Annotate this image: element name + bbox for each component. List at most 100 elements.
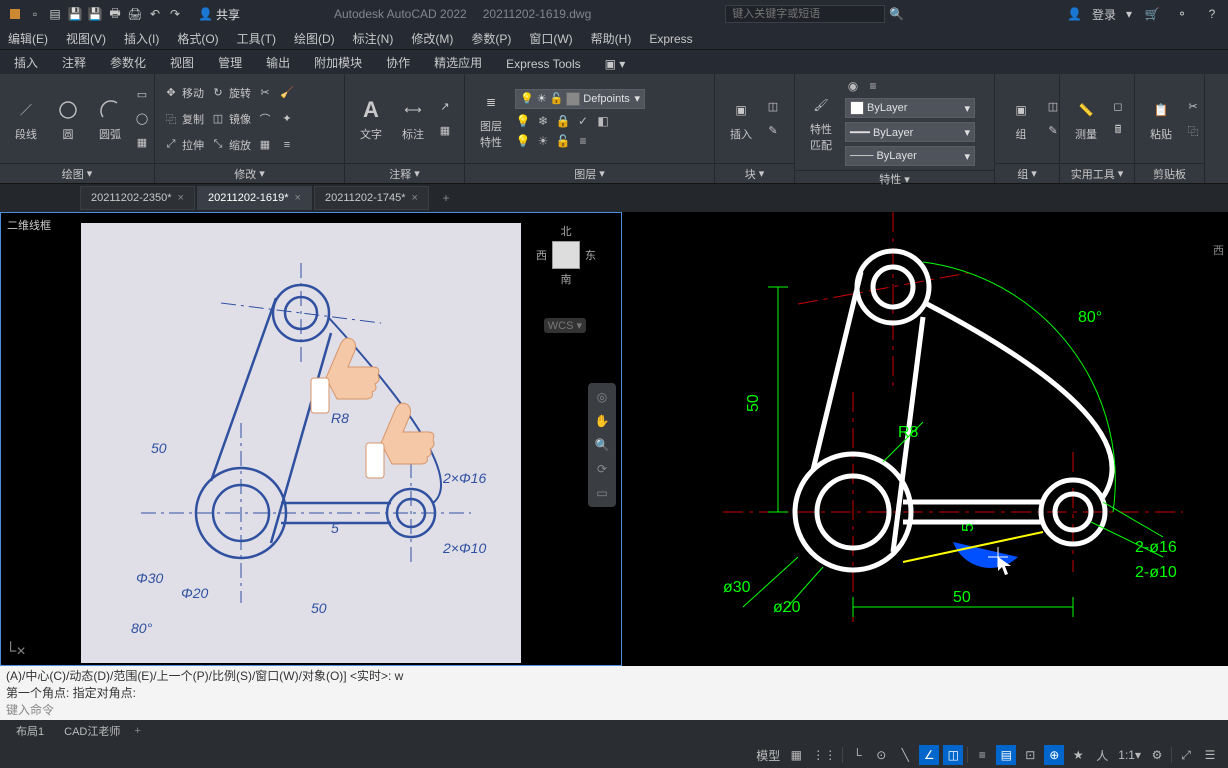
layer-lock-icon[interactable]: 🔒 — [555, 113, 571, 129]
close-view-icon[interactable]: └× — [5, 643, 26, 661]
orbit-icon[interactable]: ⟳ — [592, 459, 612, 479]
customize-icon[interactable]: ☰ — [1200, 745, 1220, 765]
layout-tab-1[interactable]: 布局1 — [6, 721, 54, 741]
maximize-icon[interactable]: ⤢ — [1176, 745, 1196, 765]
scale-button[interactable]: ⤡缩放 — [210, 135, 251, 155]
dim-button[interactable]: ⟷标注 — [395, 96, 431, 142]
menu-tools[interactable]: 工具(T) — [237, 30, 276, 47]
ribtab-annotate[interactable]: 注释 — [50, 51, 98, 74]
plot-icon[interactable]: 🖶 — [106, 5, 124, 23]
quick-prop-icon[interactable]: ★ — [1068, 745, 1088, 765]
network-icon[interactable]: ⚬ — [1172, 4, 1192, 24]
table-button[interactable]: ▦ — [437, 121, 453, 141]
menu-window[interactable]: 窗口(W) — [529, 30, 572, 47]
menu-help[interactable]: 帮助(H) — [591, 30, 632, 47]
move-button[interactable]: ✥移动 — [163, 83, 204, 103]
erase-button[interactable]: 🧹 — [279, 83, 295, 103]
doctab-3[interactable]: 20211202-1745*× — [314, 186, 429, 210]
menu-modify[interactable]: 修改(M) — [411, 30, 453, 47]
ribtab-more[interactable]: ▣ ▾ — [593, 54, 638, 74]
layer-freeze-icon[interactable]: ❄ — [535, 113, 551, 129]
layout-tab-2[interactable]: CAD江老师 — [54, 721, 130, 741]
dynamic-input-icon[interactable]: ⊕ — [1044, 745, 1064, 765]
polar-icon[interactable]: ⊙ — [871, 745, 891, 765]
redo-icon[interactable]: ↷ — [166, 5, 184, 23]
command-line[interactable]: (A)/中心(C)/动态(D)/范围(E)/上一个(P)/比例(S)/窗口(W)… — [0, 666, 1228, 720]
layer-unlock-icon[interactable]: 🔓 — [555, 133, 571, 149]
insert-block-button[interactable]: ▣插入 — [723, 96, 759, 142]
group-edit-button[interactable]: ✎ — [1045, 121, 1061, 141]
wcs-indicator[interactable]: WCS ▾ — [544, 318, 586, 333]
print-icon[interactable]: 🖨 — [126, 5, 144, 23]
text-button[interactable]: A文字 — [353, 96, 389, 142]
zoom-icon[interactable]: 🔍 — [592, 435, 612, 455]
app-menu-icon[interactable] — [6, 5, 24, 23]
layer-iso-icon[interactable]: ◧ — [595, 113, 611, 129]
hatch-button[interactable]: ▦ — [134, 133, 150, 153]
layer-props-button[interactable]: ≣图层 特性 — [473, 88, 509, 150]
rotate-button[interactable]: ↻旋转 — [210, 83, 251, 103]
view-cube[interactable]: 北 西东 南 — [536, 223, 596, 287]
layer-state-icon[interactable]: ≡ — [575, 133, 591, 149]
layer-on-icon[interactable]: 💡 — [515, 133, 531, 149]
cart-icon[interactable]: 🛒 — [1142, 4, 1162, 24]
calc-button[interactable]: 🖩 — [1110, 121, 1126, 141]
linetype-dropdown[interactable]: ─── ByLayer▾ — [845, 146, 975, 166]
line-button[interactable]: ／段线 — [8, 96, 44, 142]
help-icon[interactable]: ? — [1202, 4, 1222, 24]
menu-insert[interactable]: 插入(I) — [124, 30, 159, 47]
ortho-icon[interactable]: └ — [847, 745, 867, 765]
copy-clip-button[interactable]: ⿻ — [1185, 121, 1201, 141]
annoscale-button[interactable]: 1:1 ▾ — [1116, 745, 1143, 765]
trim-button[interactable]: ✂ — [257, 83, 273, 103]
select-button[interactable]: ◻ — [1110, 97, 1126, 117]
grid-icon[interactable]: ▦ — [786, 745, 806, 765]
layer-thaw-icon[interactable]: ☀ — [535, 133, 551, 149]
user-icon[interactable]: 👤 — [1067, 7, 1082, 21]
cut-button[interactable]: ✂ — [1185, 97, 1201, 117]
cycling-icon[interactable]: ⊡ — [1020, 745, 1040, 765]
layer-match-icon[interactable]: ✓ — [575, 113, 591, 129]
share-button[interactable]: 👤 共享 — [198, 6, 240, 23]
new-icon[interactable]: ▫ — [26, 5, 44, 23]
mirror-button[interactable]: ◫镜像 — [210, 109, 251, 129]
search-box[interactable]: 🔍 — [725, 5, 904, 23]
ribtab-param[interactable]: 参数化 — [98, 51, 158, 74]
menu-view[interactable]: 视图(V) — [66, 30, 106, 47]
color-dropdown[interactable]: ByLayer▾ — [845, 98, 975, 118]
menu-param[interactable]: 参数(P) — [471, 30, 511, 47]
lineweight-dropdown[interactable]: ━━━ ByLayer▾ — [845, 122, 975, 142]
login-button[interactable]: 登录 — [1092, 6, 1116, 23]
close-icon[interactable]: × — [412, 192, 418, 204]
search-icon[interactable]: 🔍 — [889, 7, 904, 21]
measure-button[interactable]: 📏测量 — [1068, 96, 1104, 142]
lineweight-icon[interactable]: ≡ — [972, 745, 992, 765]
menu-express[interactable]: Express — [649, 32, 692, 46]
layer-dropdown[interactable]: 💡☀🔓Defpoints▾ — [515, 89, 645, 109]
close-icon[interactable]: × — [295, 192, 301, 204]
show-icon[interactable]: ▭ — [592, 483, 612, 503]
save-icon[interactable]: 💾 — [66, 5, 84, 23]
menu-format[interactable]: 格式(O) — [177, 30, 218, 47]
edit-block-button[interactable]: ✎ — [765, 121, 781, 141]
osnap-icon[interactable]: ∠ — [919, 745, 939, 765]
viewport-left[interactable]: 二维线框 — [0, 212, 622, 666]
transparency-icon[interactable]: ▤ — [996, 745, 1016, 765]
iso-icon[interactable]: ╲ — [895, 745, 915, 765]
explode-button[interactable]: ✦ — [279, 109, 295, 129]
ribtab-featured[interactable]: 精选应用 — [422, 51, 494, 74]
ribtab-view[interactable]: 视图 — [158, 51, 206, 74]
copy-button[interactable]: ⿻复制 — [163, 109, 204, 129]
list-icon[interactable]: ≡ — [865, 78, 881, 94]
group-button[interactable]: ▣组 — [1003, 96, 1039, 142]
arc-button[interactable]: 圆弧 — [92, 96, 128, 142]
paste-button[interactable]: 📋粘贴 — [1143, 96, 1179, 142]
layer-off-icon[interactable]: 💡 — [515, 113, 531, 129]
create-block-button[interactable]: ◫ — [765, 97, 781, 117]
leader-button[interactable]: ↗ — [437, 97, 453, 117]
gear-icon[interactable]: ⚙ — [1147, 745, 1167, 765]
rect-button[interactable]: ▭ — [134, 85, 150, 105]
open-icon[interactable]: ▤ — [46, 5, 64, 23]
cmd-input[interactable]: 键入命令 — [6, 701, 1222, 718]
color-wheel-icon[interactable]: ◉ — [845, 78, 861, 94]
